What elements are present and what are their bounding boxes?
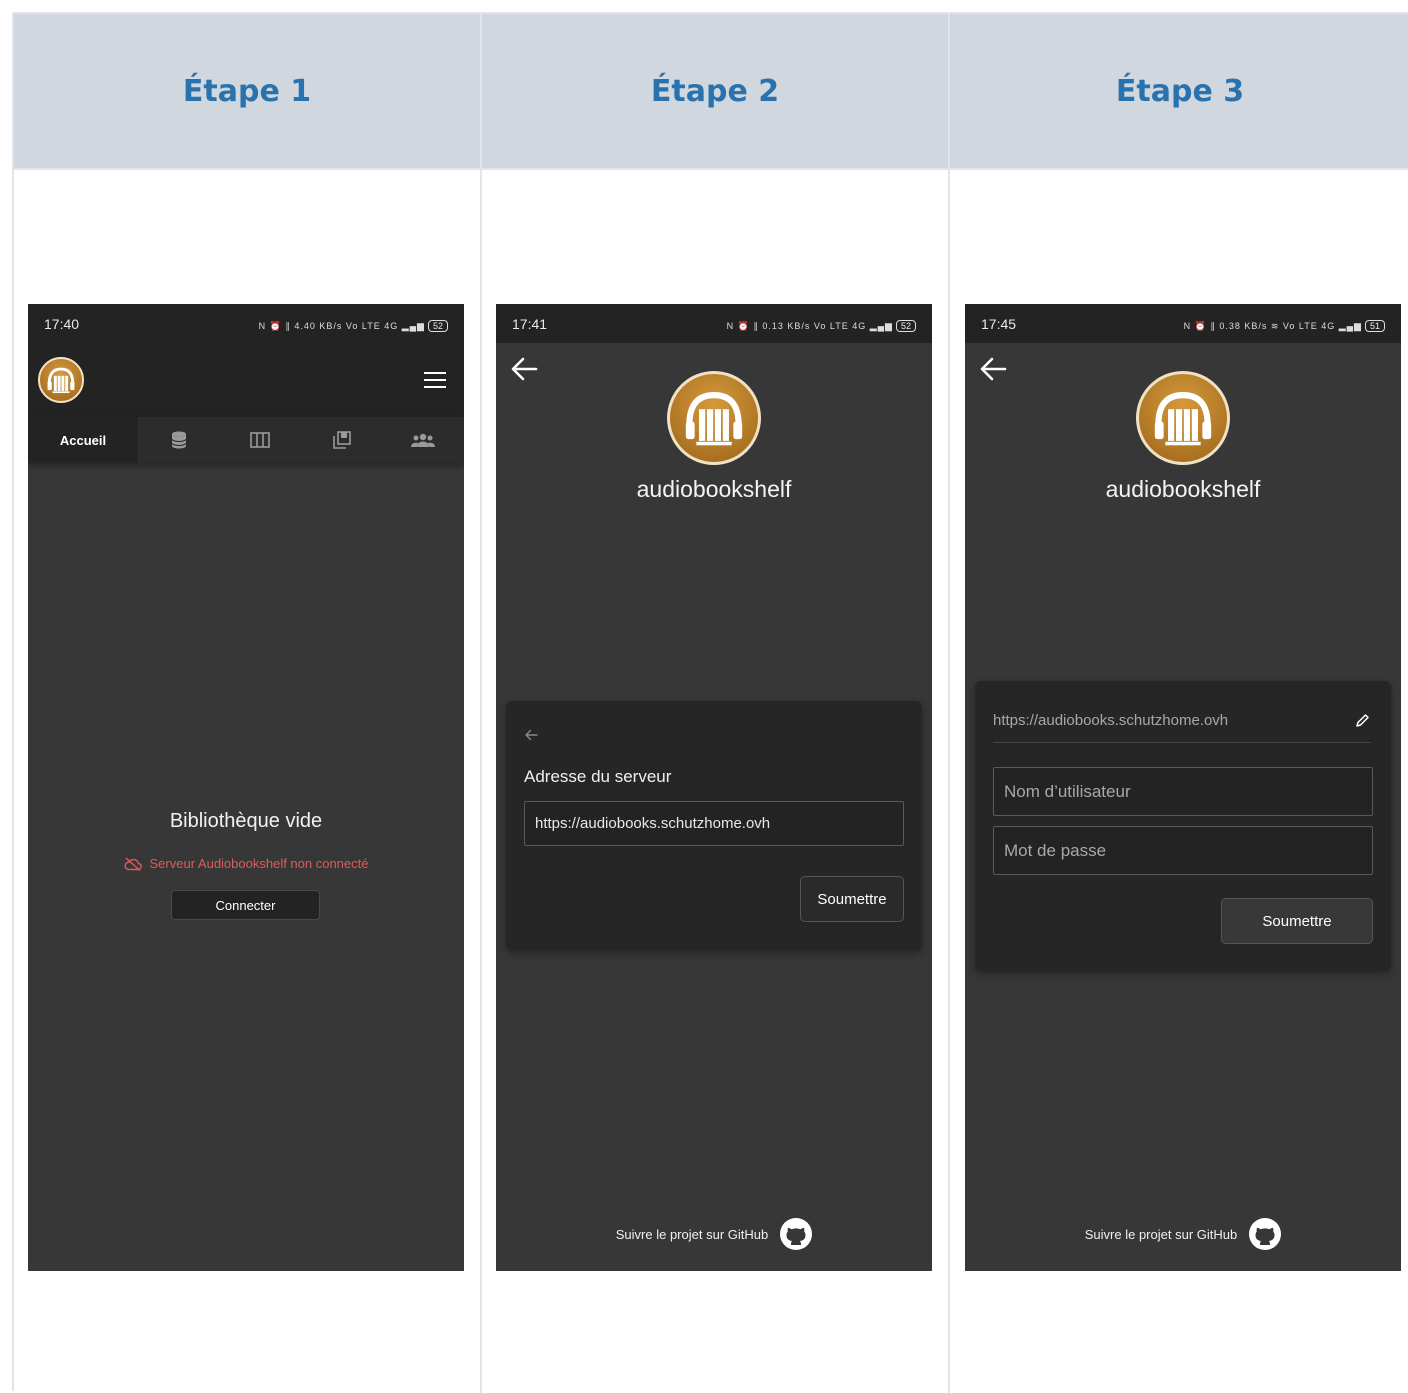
status-icons-text: N ⏰ ∥ 0.13 KB/s Vo LTE 4G ▂▄▆ (726, 320, 893, 331)
connect-button-label: Connecter (215, 897, 276, 913)
github-icon[interactable] (780, 1218, 813, 1250)
people-icon (411, 433, 436, 447)
tab-accueil[interactable]: Accueil (28, 417, 139, 463)
phone-screen-step-2: 17:41 N ⏰ ∥ 0.13 KB/s Vo LTE 4G ▂▄▆ 52 au… (496, 304, 932, 1271)
tab-authors[interactable] (383, 417, 464, 463)
tab-collections[interactable] (301, 417, 383, 463)
header-step-1: Étape 1 (14, 14, 480, 170)
collections-icon (332, 431, 351, 449)
server-warning-text: Serveur Audiobookshelf non connecté (149, 856, 369, 871)
server-address-label: Adresse du serveur (524, 767, 672, 786)
brand-title: audiobookshelf (636, 476, 792, 502)
brand-title: audiobookshelf (1105, 476, 1261, 502)
column-divider (480, 14, 482, 1393)
status-time: 17:41 (512, 315, 548, 332)
edit-pencil-icon[interactable] (1355, 713, 1370, 728)
battery-icon: 52 (427, 319, 448, 332)
username-input[interactable]: Nom d’utilisateur (993, 767, 1373, 816)
database-icon (171, 431, 187, 449)
status-bar: 17:45 N ⏰ ∥ 0.38 KB/s ≋ Vo LTE 4G ▂▄▆ 51 (965, 304, 1401, 343)
header-step-1-title: Étape 1 (182, 73, 312, 109)
submit-button[interactable]: Soumettre (800, 876, 904, 922)
github-icon[interactable] (1249, 1218, 1282, 1250)
app-bar (28, 343, 464, 417)
phone-screen-step-1: 17:40 N ⏰ ∥ 4.40 KB/s Vo LTE 4G ▂▄▆ 52 Ac… (28, 304, 464, 1271)
status-time: 17:40 (44, 315, 80, 332)
header-step-3: Étape 3 (950, 14, 1408, 170)
server-warning: Serveur Audiobookshelf non connecté (28, 856, 464, 871)
header-step-2-title: Étape 2 (650, 73, 780, 109)
status-bar: 17:41 N ⏰ ∥ 0.13 KB/s Vo LTE 4G ▂▄▆ 52 (496, 304, 932, 343)
column-divider (948, 14, 950, 1393)
tab-series[interactable] (220, 417, 302, 463)
github-footer-text: Suivre le projet sur GitHub (615, 1226, 769, 1242)
status-icons-text: N ⏰ ∥ 0.38 KB/s ≋ Vo LTE 4G ▂▄▆ (1183, 320, 1362, 331)
menu-icon[interactable] (424, 372, 446, 388)
status-icons-text: N ⏰ ∥ 4.40 KB/s Vo LTE 4G ▂▄▆ (258, 320, 425, 331)
submit-button-label: Soumettre (817, 890, 887, 908)
tab-library[interactable] (138, 417, 220, 463)
header-step-3-title: Étape 3 (1115, 73, 1245, 109)
github-footer[interactable]: Suivre le projet sur GitHub (965, 1218, 1401, 1250)
github-footer-text: Suivre le projet sur GitHub (1084, 1226, 1238, 1242)
status-icons: N ⏰ ∥ 4.40 KB/s Vo LTE 4G ▂▄▆ 52 (259, 316, 448, 332)
battery-icon: 51 (1364, 319, 1385, 332)
app-logo-icon (667, 371, 761, 465)
steps-table: Étape 1 Étape 2 Étape 3 17:40 N ⏰ ∥ 4.40… (12, 12, 1408, 1393)
app-logo-icon[interactable] (38, 357, 84, 403)
empty-library-title: Bibliothèque vide (169, 810, 323, 832)
back-arrow-icon[interactable] (510, 356, 538, 382)
url-divider (993, 742, 1371, 743)
submit-button-label: Soumettre (1262, 912, 1332, 930)
server-address-input[interactable]: https://audiobooks.schutzhome.ovh (524, 801, 904, 846)
columns-icon (250, 432, 271, 448)
status-icons: N ⏰ ∥ 0.13 KB/s Vo LTE 4G ▂▄▆ 52 (727, 316, 916, 332)
status-time: 17:45 (981, 315, 1017, 332)
connect-button[interactable]: Connecter (171, 890, 320, 920)
back-arrow-icon[interactable] (979, 356, 1007, 382)
github-footer[interactable]: Suivre le projet sur GitHub (496, 1218, 932, 1250)
server-card: Adresse du serveur https://audiobooks.sc… (506, 701, 922, 950)
submit-button[interactable]: Soumettre (1221, 898, 1373, 944)
tab-accueil-label: Accueil (59, 432, 107, 448)
status-bar: 17:40 N ⏰ ∥ 4.40 KB/s Vo LTE 4G ▂▄▆ 52 (28, 304, 464, 343)
header-step-2: Étape 2 (482, 14, 948, 170)
password-input[interactable]: Mot de passe (993, 826, 1373, 875)
bottom-tabs: Accueil (28, 417, 464, 463)
server-url-text: https://audiobooks.schutzhome.ovh (993, 712, 1229, 729)
phone-screen-step-3: 17:45 N ⏰ ∥ 0.38 KB/s ≋ Vo LTE 4G ▂▄▆ 51 … (965, 304, 1401, 1271)
app-logo-icon (1136, 371, 1230, 465)
battery-icon: 52 (895, 319, 916, 332)
small-back-arrow-icon[interactable] (524, 729, 538, 741)
status-icons: N ⏰ ∥ 0.38 KB/s ≋ Vo LTE 4G ▂▄▆ 51 (1184, 316, 1385, 332)
login-card: https://audiobooks.schutzhome.ovh Nom d’… (975, 681, 1391, 971)
cloud-off-icon (123, 856, 142, 871)
